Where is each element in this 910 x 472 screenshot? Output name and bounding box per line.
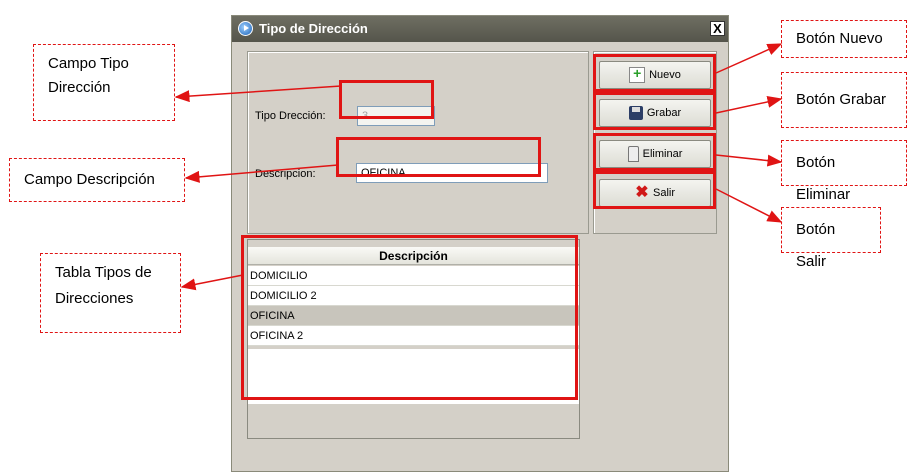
arrow-campo-descripcion — [184, 164, 339, 183]
arrow-salir — [715, 188, 783, 223]
arrow-grabar — [715, 95, 783, 114]
arrow-nuevo — [715, 43, 783, 74]
arrow-eliminar — [715, 154, 783, 167]
callout-arrows — [174, 43, 783, 291]
arrow-campo-tipo — [174, 85, 342, 103]
arrow-tabla — [180, 274, 244, 291]
